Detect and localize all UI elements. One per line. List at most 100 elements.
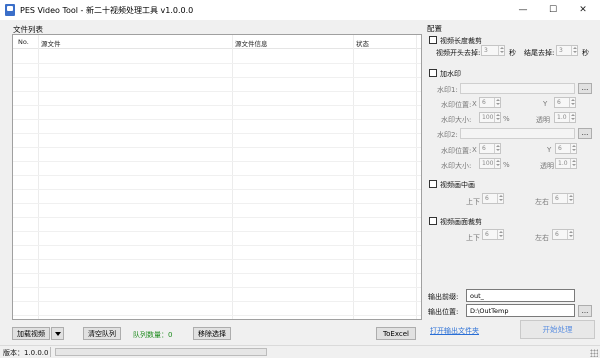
wm1-size-unit: % [503,115,510,123]
table-row-line [13,119,421,120]
trim-end-label: 结尾去掉: [524,49,555,57]
table-row-line [13,231,421,232]
wm2-size-unit: % [503,161,510,169]
wm1-label: 水印1: [437,86,458,94]
trim-label: 视频长度裁剪 [440,37,482,45]
col-source-info[interactable]: 源文件信息 [235,38,268,48]
wm1-size-label: 水印大小: [441,116,472,124]
table-row-line [13,259,421,260]
table-row-line [13,133,421,134]
table-row-line [13,91,421,92]
table-row-line [13,287,421,288]
output-prefix-input[interactable]: out_ [466,289,575,302]
open-output-folder-link[interactable]: 打开输出文件夹 [430,326,479,336]
main-window: PES Video Tool - 新二十视频处理工具 v1.0.0.0 — ☐ … [0,0,600,358]
wm1-x-spinner[interactable]: 6 [479,97,501,108]
output-dir-browse-button[interactable]: ... [578,305,592,317]
status-divider [50,347,51,357]
wm1-alpha-label: 透明 [536,116,550,124]
maximize-button[interactable]: ☐ [538,0,568,20]
table-row-line [13,175,421,176]
start-processing-button[interactable]: 开始处理 [520,320,595,339]
table-row-line [13,77,421,78]
resize-grip-icon[interactable] [590,349,598,357]
to-excel-button[interactable]: ToExcel [376,327,416,340]
table-row-line [13,315,421,316]
wm2-y-label: Y [547,146,552,154]
trim-start-spinner[interactable]: 3 [481,45,505,56]
output-prefix-label: 输出前缀: [428,293,459,301]
status-bar: 版本：1.0.0.0 [0,345,600,358]
table-row-line [13,63,421,64]
app-icon [5,4,15,16]
trim-end-unit: 秒 [582,49,589,57]
crop-label: 视频画面裁剪 [440,218,482,226]
watermark-label: 加水印 [440,70,461,78]
close-button[interactable]: ✕ [568,0,598,20]
pip-ud-spinner[interactable]: 6 [482,193,504,204]
trim-start-unit: 秒 [509,49,516,57]
queue-count: 队列数量：0 [133,331,173,339]
trim-start-label: 视频开头去掉: [436,49,481,57]
table-row-line [13,217,421,218]
wm2-x-spinner[interactable]: 6 [479,143,501,154]
table-row-line [13,147,421,148]
progress-bar [55,348,267,356]
table-row-line [13,245,421,246]
crop-ud-label: 上下 [466,234,480,242]
window-title: PES Video Tool - 新二十视频处理工具 v1.0.0.0 [20,6,194,15]
wm2-path-input[interactable] [460,128,575,139]
remove-selected-button[interactable]: 移除选择 [193,327,231,340]
trim-end-spinner[interactable]: 3 [556,45,578,56]
pip-lr-spinner[interactable]: 6 [552,193,574,204]
table-row-line [13,189,421,190]
wm2-x-label: X [472,146,477,154]
wm2-y-spinner[interactable]: 6 [555,143,577,154]
wm1-size-spinner[interactable]: 100 [479,112,501,123]
clear-queue-button[interactable]: 清空队列 [83,327,121,340]
crop-lr-label: 左右 [535,234,549,242]
wm2-label: 水印2: [437,131,458,139]
table-row-line [13,161,421,162]
wm1-x-label: X [472,100,477,108]
config-title: 配置 [427,24,442,33]
crop-checkbox[interactable] [429,217,437,225]
crop-lr-spinner[interactable]: 6 [552,229,574,240]
file-list-table[interactable]: No. 源文件 源文件信息 状态 [12,34,422,320]
add-video-button[interactable]: 加载视频 [12,327,50,340]
minimize-button[interactable]: — [508,0,538,20]
wm1-y-spinner[interactable]: 6 [554,97,576,108]
table-row-line [13,203,421,204]
col-status[interactable]: 状态 [356,38,369,48]
col-source-file[interactable]: 源文件 [41,38,61,48]
crop-ud-spinner[interactable]: 6 [482,229,504,240]
output-dir-label: 输出位置: [428,308,459,316]
table-row-line [13,273,421,274]
pip-lr-label: 左右 [535,198,549,206]
wm1-alpha-spinner[interactable]: 1.0 [554,112,576,123]
pip-ud-label: 上下 [466,198,480,206]
wm2-size-spinner[interactable]: 100 [479,158,501,169]
table-row-line [13,301,421,302]
title-bar: PES Video Tool - 新二十视频处理工具 v1.0.0.0 — ☐ … [0,0,600,20]
wm1-browse-button[interactable]: ... [578,83,592,94]
wm2-size-label: 水印大小: [441,162,472,170]
add-video-dropdown[interactable] [51,327,64,340]
wm1-path-input[interactable] [460,83,575,94]
table-header: No. 源文件 源文件信息 状态 [13,35,421,49]
output-dir-input[interactable]: D:\OutTemp [466,304,575,317]
pip-checkbox[interactable] [429,180,437,188]
chevron-down-icon [54,331,61,336]
wm2-browse-button[interactable]: ... [578,128,592,139]
wm2-alpha-label: 透明 [540,162,554,170]
wm2-alpha-spinner[interactable]: 1.0 [555,158,577,169]
wm2-pos-label: 水印位置: [441,147,472,155]
trim-checkbox[interactable] [429,36,437,44]
table-row-line [13,105,421,106]
wm1-pos-label: 水印位置: [441,101,472,109]
watermark-checkbox[interactable] [429,69,437,77]
wm1-y-label: Y [543,100,548,108]
pip-label: 视频画中画 [440,181,475,189]
col-no[interactable]: No. [18,38,29,46]
version-label: 版本：1.0.0.0 [3,349,49,357]
